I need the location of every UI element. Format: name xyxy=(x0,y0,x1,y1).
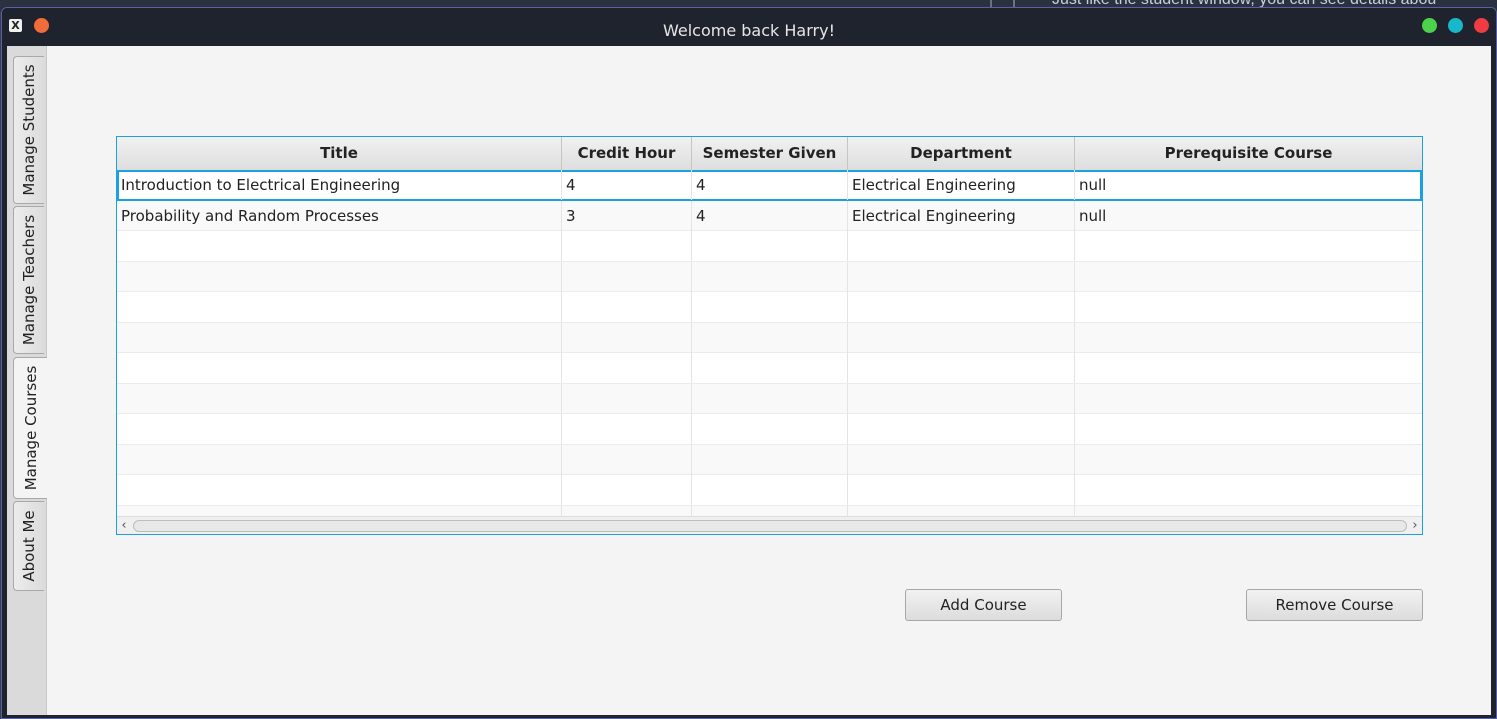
tab-label: Manage Students xyxy=(20,64,38,196)
table-body: Introduction to Electrical Engineering 4… xyxy=(117,170,1422,518)
column-header-title[interactable]: Title xyxy=(117,137,562,170)
app-window: X Welcome back Harry! Manage Students Ma… xyxy=(1,7,1497,719)
empty-row xyxy=(117,475,1422,506)
cell-credit-hour: 4 xyxy=(562,170,692,200)
window-title: Welcome back Harry! xyxy=(663,21,835,40)
remove-course-button[interactable]: Remove Course xyxy=(1246,589,1423,621)
add-course-button[interactable]: Add Course xyxy=(905,589,1062,621)
maximize-button[interactable] xyxy=(1422,18,1437,33)
client-area: Manage Students Manage Teachers Manage C… xyxy=(7,46,1491,715)
empty-row xyxy=(117,414,1422,445)
tab-label: Manage Teachers xyxy=(20,214,38,346)
cell-title: Introduction to Electrical Engineering xyxy=(117,170,562,200)
column-header-semester-given[interactable]: Semester Given xyxy=(692,137,848,170)
scrollbar-thumb[interactable] xyxy=(133,520,1407,532)
column-header-prerequisite[interactable]: Prerequisite Course xyxy=(1075,137,1422,170)
horizontal-scrollbar[interactable]: ‹ › xyxy=(117,516,1422,534)
empty-row xyxy=(117,322,1422,353)
tab-strip: Manage Students Manage Teachers Manage C… xyxy=(7,46,47,715)
courses-table[interactable]: Title Credit Hour Semester Given Departm… xyxy=(116,136,1423,535)
empty-row xyxy=(117,353,1422,384)
tab-manage-courses[interactable]: Manage Courses xyxy=(13,357,47,499)
cell-department: Electrical Engineering xyxy=(848,200,1075,231)
cell-department: Electrical Engineering xyxy=(848,170,1075,200)
cell-title: Probability and Random Processes xyxy=(117,200,562,231)
minimize-button[interactable] xyxy=(1448,18,1463,33)
empty-row xyxy=(117,261,1422,292)
tab-about-me[interactable]: About Me xyxy=(13,501,44,591)
table-row[interactable]: Probability and Random Processes 3 4 Ele… xyxy=(117,200,1422,231)
tab-manage-teachers[interactable]: Manage Teachers xyxy=(13,206,44,354)
cell-semester-given: 4 xyxy=(692,170,848,200)
tab-manage-students[interactable]: Manage Students xyxy=(13,56,44,204)
scroll-right-icon[interactable]: › xyxy=(1408,517,1422,534)
tab-label: Manage Courses xyxy=(21,365,40,491)
empty-row xyxy=(117,444,1422,475)
cell-semester-given: 4 xyxy=(692,200,848,231)
column-header-credit-hour[interactable]: Credit Hour xyxy=(562,137,692,170)
column-header-department[interactable]: Department xyxy=(848,137,1075,170)
scroll-left-icon[interactable]: ‹ xyxy=(117,517,131,534)
cell-credit-hour: 3 xyxy=(562,200,692,231)
empty-row xyxy=(117,292,1422,323)
cell-prerequisite: null xyxy=(1079,206,1107,225)
empty-row xyxy=(117,231,1422,262)
empty-row xyxy=(117,383,1422,414)
cell-prerequisite: null xyxy=(1079,176,1107,194)
table-row[interactable]: Introduction to Electrical Engineering 4… xyxy=(117,170,1422,201)
table-header: Title Credit Hour Semester Given Departm… xyxy=(117,137,1422,171)
title-bar[interactable]: X Welcome back Harry! xyxy=(2,8,1496,46)
close-button[interactable] xyxy=(1474,18,1489,33)
tab-label: About Me xyxy=(20,510,38,582)
